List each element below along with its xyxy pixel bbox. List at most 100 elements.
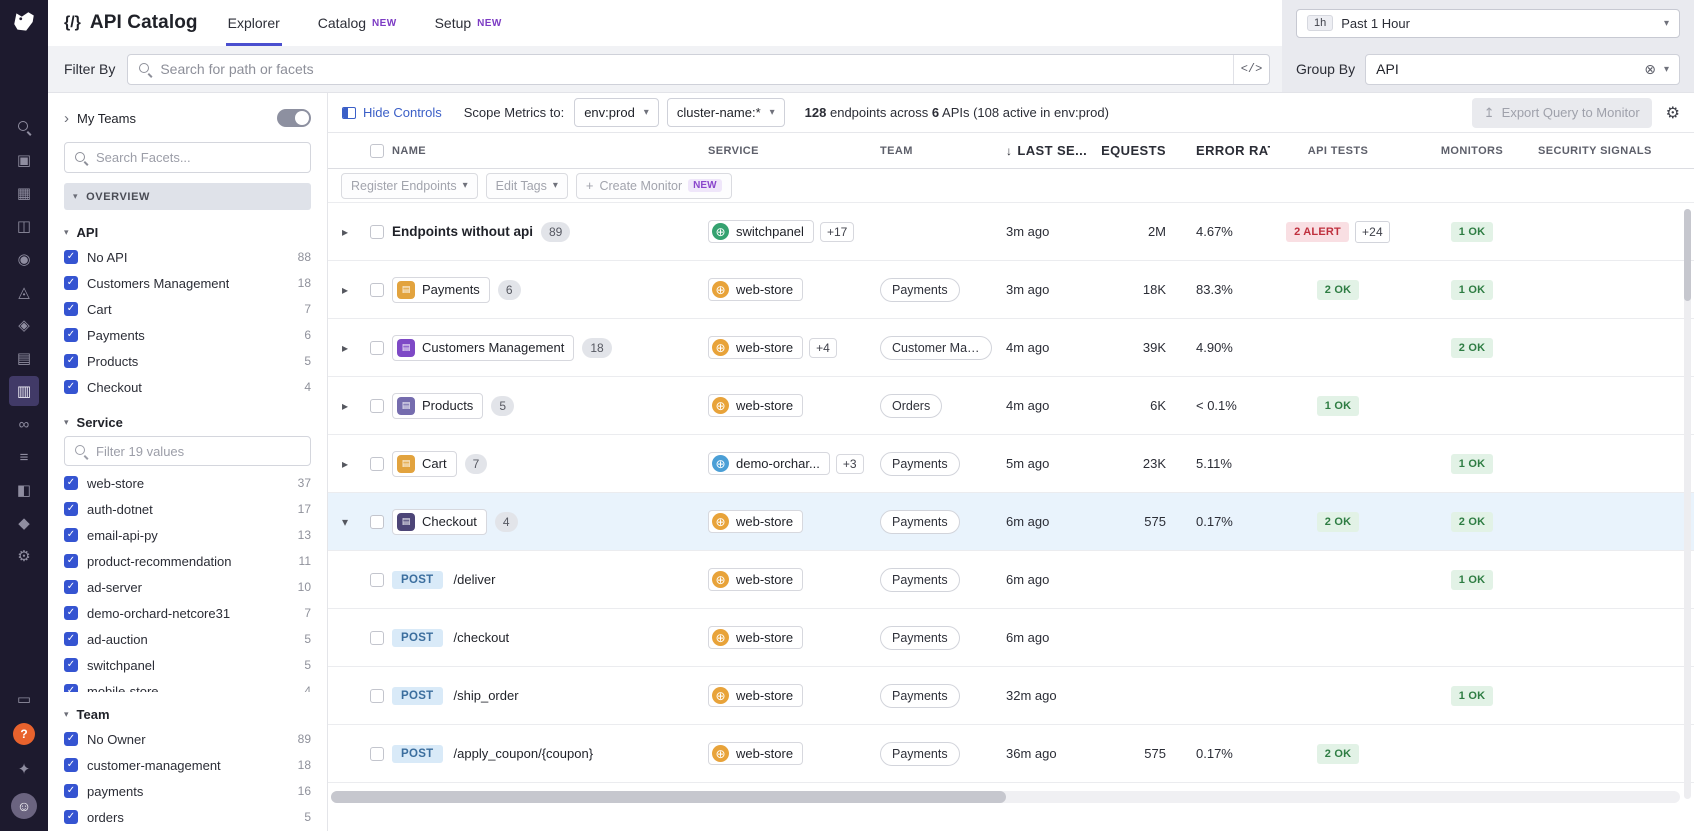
checkbox-checked-icon[interactable] [64, 528, 78, 542]
team-chip[interactable]: Payments [880, 452, 960, 476]
team-chip[interactable]: Payments [880, 568, 960, 592]
checkbox-checked-icon[interactable] [64, 502, 78, 516]
checkbox-checked-icon[interactable] [64, 302, 78, 316]
expand-row-icon[interactable]: ▸ [342, 341, 348, 355]
row-checkbox[interactable] [370, 399, 384, 413]
clear-icon[interactable]: ⊗ [1644, 61, 1656, 78]
table-row[interactable]: ▸▤Products5⊕web-storeOrders4m ago6K< 0.1… [328, 377, 1694, 435]
settings-icon[interactable]: ⚙ [9, 541, 39, 571]
service-map-icon[interactable]: ∞ [9, 409, 39, 439]
api-name-chip[interactable]: ▤Customers Management [392, 335, 574, 361]
tab-catalog[interactable]: CatalogNEW [318, 0, 397, 46]
search-icon[interactable] [9, 112, 39, 142]
row-checkbox[interactable] [370, 573, 384, 587]
row-checkbox[interactable] [370, 283, 384, 297]
column-header-monitors[interactable]: MONITORS [1406, 145, 1538, 157]
table-settings-gear-icon[interactable]: ⚙ [1666, 103, 1680, 123]
facet-item[interactable]: No Owner89 [64, 726, 311, 752]
infrastructure-icon[interactable]: ▣ [9, 145, 39, 175]
facet-item[interactable]: Cart7 [64, 296, 311, 322]
checkbox-checked-icon[interactable] [64, 554, 78, 568]
collapse-row-icon[interactable]: ▾ [342, 515, 348, 529]
tab-explorer[interactable]: Explorer [228, 0, 280, 46]
expand-row-icon[interactable]: ▸ [342, 283, 348, 297]
row-checkbox[interactable] [370, 689, 384, 703]
checkbox-checked-icon[interactable] [64, 276, 78, 290]
checkbox-checked-icon[interactable] [64, 580, 78, 594]
table-row[interactable]: ▸Endpoints without api89⊕switchpanel+173… [328, 203, 1694, 261]
facet-item[interactable]: product-recommendation11 [64, 548, 311, 574]
table-row[interactable]: POST/apply_coupon/{coupon}⊕web-storePaym… [328, 725, 1694, 783]
facet-item[interactable]: ad-auction5 [64, 626, 311, 652]
table-row[interactable]: POST/deliver⊕web-storePayments6m ago1 OK [328, 551, 1694, 609]
facet-group-header[interactable]: ▾Team [64, 707, 311, 722]
apm-icon[interactable]: ◈ [9, 310, 39, 340]
table-row[interactable]: POST/checkout⊕web-storePayments6m ago [328, 609, 1694, 667]
row-checkbox[interactable] [370, 341, 384, 355]
help-icon[interactable]: ? [13, 723, 35, 745]
checkbox-checked-icon[interactable] [64, 354, 78, 368]
action-register-endpoints[interactable]: Register Endpoints▾ [341, 173, 478, 199]
vertical-scrollbar-thumb[interactable] [1684, 209, 1691, 301]
team-chip[interactable]: Payments [880, 278, 960, 302]
row-checkbox[interactable] [370, 225, 384, 239]
checkbox-checked-icon[interactable] [64, 380, 78, 394]
checkbox-checked-icon[interactable] [64, 758, 78, 772]
row-checkbox[interactable] [370, 631, 384, 645]
api-name-chip[interactable]: ▤Payments [392, 277, 490, 303]
api-name-chip[interactable]: ▤Cart [392, 451, 457, 477]
scope-filter-dropdown-env-prod[interactable]: env:prod▾ [574, 98, 659, 127]
service-chip[interactable]: ⊕web-store [708, 568, 803, 591]
checkbox-checked-icon[interactable] [64, 784, 78, 798]
service-extra-pill[interactable]: +3 [836, 454, 864, 474]
security-icon[interactable]: ◆ [9, 508, 39, 538]
facet-item[interactable]: email-api-py13 [64, 522, 311, 548]
synthetics-icon[interactable]: ◬ [9, 277, 39, 307]
action-edit-tags[interactable]: Edit Tags▾ [486, 173, 568, 199]
table-row[interactable]: ▾▤Checkout4⊕web-storePayments6m ago5750.… [328, 493, 1694, 551]
expand-row-icon[interactable]: ▸ [342, 399, 348, 413]
facet-group-header[interactable]: ▾Service [64, 415, 311, 430]
action-create-monitor[interactable]: +Create MonitorNEW [576, 173, 732, 199]
api-name-chip[interactable]: ▤Products [392, 393, 483, 419]
facet-item[interactable]: web-store37 [64, 470, 311, 496]
service-chip[interactable]: ⊕web-store [708, 394, 803, 417]
expand-row-icon[interactable]: ▸ [342, 225, 348, 239]
my-teams-row[interactable]: › My Teams [64, 103, 311, 133]
column-header-name[interactable]: NAME [392, 145, 708, 157]
tab-setup[interactable]: SetupNEW [435, 0, 502, 46]
time-range-picker[interactable]: 1h Past 1 Hour ▾ [1296, 9, 1680, 38]
column-header-last-se[interactable]: ↓LAST SE... [1006, 143, 1102, 158]
notebooks-icon[interactable]: ▤ [9, 343, 39, 373]
dashboards-icon[interactable]: ▦ [9, 178, 39, 208]
checkbox-checked-icon[interactable] [64, 328, 78, 342]
expand-row-icon[interactable]: ▸ [342, 457, 348, 471]
facet-item[interactable]: payments16 [64, 778, 311, 804]
user-avatar[interactable]: ☺ [11, 793, 37, 819]
facet-item[interactable]: No API88 [64, 244, 311, 270]
facet-item[interactable]: demo-orchard-netcore317 [64, 600, 311, 626]
service-chip[interactable]: ⊕web-store [708, 684, 803, 707]
team-chip[interactable]: Orders [880, 394, 942, 418]
service-chip[interactable]: ⊕web-store [708, 278, 803, 301]
column-header-api-tests[interactable]: API TESTS [1270, 145, 1406, 157]
export-query-button[interactable]: ↥ Export Query to Monitor [1472, 98, 1652, 128]
query-syntax-toggle[interactable]: </> [1233, 55, 1269, 84]
metrics-icon[interactable]: ◫ [9, 211, 39, 241]
team-chip[interactable]: Payments [880, 510, 960, 534]
overview-section-header[interactable]: ▾ OVERVIEW [64, 183, 311, 210]
table-row[interactable]: ▸▤Cart7⊕demo-orchar...+3Payments5m ago23… [328, 435, 1694, 493]
column-header-security-signals[interactable]: SECURITY SIGNALS [1538, 145, 1694, 157]
team-chip[interactable]: Payments [880, 626, 960, 650]
facet-item[interactable]: orders5 [64, 804, 311, 830]
column-header-requests[interactable]: REQUESTS [1102, 143, 1174, 158]
facet-item[interactable]: Products5 [64, 348, 311, 374]
service-chip[interactable]: ⊕web-store [708, 510, 803, 533]
select-all-checkbox[interactable] [370, 144, 384, 158]
table-row[interactable]: ▸▤Payments6⊕web-storePayments3m ago18K83… [328, 261, 1694, 319]
ci-visibility-icon[interactable]: ◧ [9, 475, 39, 505]
checkbox-checked-icon[interactable] [64, 250, 78, 264]
row-checkbox[interactable] [370, 747, 384, 761]
hide-controls-button[interactable]: Hide Controls [342, 105, 442, 120]
scope-filter-dropdown-cluster-name[interactable]: cluster-name:*▾ [667, 98, 785, 127]
